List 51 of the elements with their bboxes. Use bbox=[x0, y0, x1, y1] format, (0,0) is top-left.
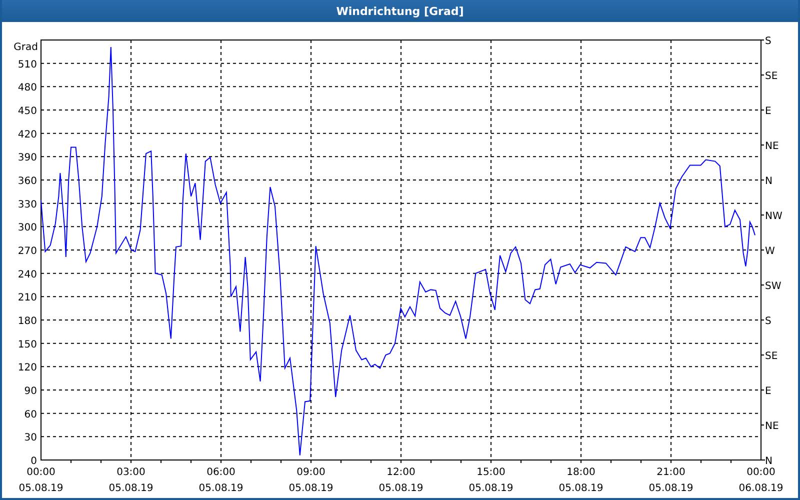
y-axis-label: 270 bbox=[18, 246, 37, 257]
y-axis-label: 300 bbox=[18, 222, 37, 234]
compass-axis-label: NE bbox=[765, 421, 779, 432]
x-axis-label: 03:00 bbox=[116, 467, 146, 478]
y-axis-label: 120 bbox=[18, 362, 37, 374]
x-axis-date-label: 05.08.19 bbox=[648, 483, 694, 494]
x-axis-date-label: 05.08.19 bbox=[288, 483, 334, 494]
compass-axis-label: E bbox=[765, 386, 772, 397]
y-axis-label: 480 bbox=[18, 82, 37, 94]
compass-axis-label: N bbox=[765, 456, 772, 467]
y-axis-label: 240 bbox=[18, 269, 37, 280]
compass-axis-label: E bbox=[765, 106, 772, 117]
y-axis-label: 0 bbox=[30, 456, 37, 467]
y-axis-label: 90 bbox=[24, 386, 37, 397]
x-axis-label: 18:00 bbox=[566, 467, 596, 478]
x-axis-date-label: 05.08.19 bbox=[558, 483, 604, 494]
x-axis-date-label: 05.08.19 bbox=[468, 483, 514, 494]
compass-axis-label: SW bbox=[765, 281, 782, 292]
x-axis-label: 00:00 bbox=[746, 467, 776, 478]
y-axis-label: 420 bbox=[18, 129, 37, 140]
compass-axis-label: S bbox=[765, 316, 772, 327]
x-axis-date-label: 05.08.19 bbox=[18, 483, 64, 494]
x-axis-label: 12:00 bbox=[386, 467, 416, 478]
x-axis-label: 15:00 bbox=[476, 467, 506, 478]
x-axis-date-label: 05.08.19 bbox=[198, 483, 244, 494]
x-axis-date-label: 05.08.19 bbox=[108, 483, 154, 494]
x-axis-label: 06:00 bbox=[206, 467, 236, 478]
y-axis-label: 330 bbox=[18, 199, 37, 210]
y-axis-label: 180 bbox=[18, 316, 37, 327]
compass-axis-label: W bbox=[765, 246, 775, 257]
compass-axis-label: N bbox=[765, 176, 772, 187]
x-axis-label: 21:00 bbox=[656, 467, 686, 478]
compass-axis-label: NW bbox=[765, 211, 782, 222]
y-axis-label: 150 bbox=[18, 339, 37, 350]
x-axis-date-label: 05.08.19 bbox=[378, 483, 424, 494]
compass-axis-label: SE bbox=[765, 351, 778, 362]
y-axis-label: 510 bbox=[18, 59, 37, 70]
y-axis-label: 210 bbox=[18, 292, 37, 304]
x-axis-label: 09:00 bbox=[296, 467, 326, 478]
y-axis-label: 360 bbox=[18, 176, 37, 187]
x-axis-label: 00:00 bbox=[26, 467, 56, 478]
y-axis-label: 390 bbox=[18, 152, 37, 164]
y-axis-label: 60 bbox=[24, 409, 37, 420]
y-axis-label: 450 bbox=[18, 106, 37, 117]
compass-axis-label: NE bbox=[765, 141, 779, 152]
x-axis-date-label: 06.08.19 bbox=[738, 483, 784, 494]
y-axis-label: 30 bbox=[24, 432, 37, 444]
compass-axis-label: SE bbox=[765, 71, 778, 82]
y-axis-title: Grad bbox=[14, 42, 38, 53]
compass-axis-label: S bbox=[765, 36, 772, 47]
window-title: Windrichtung [Grad] bbox=[336, 4, 464, 18]
